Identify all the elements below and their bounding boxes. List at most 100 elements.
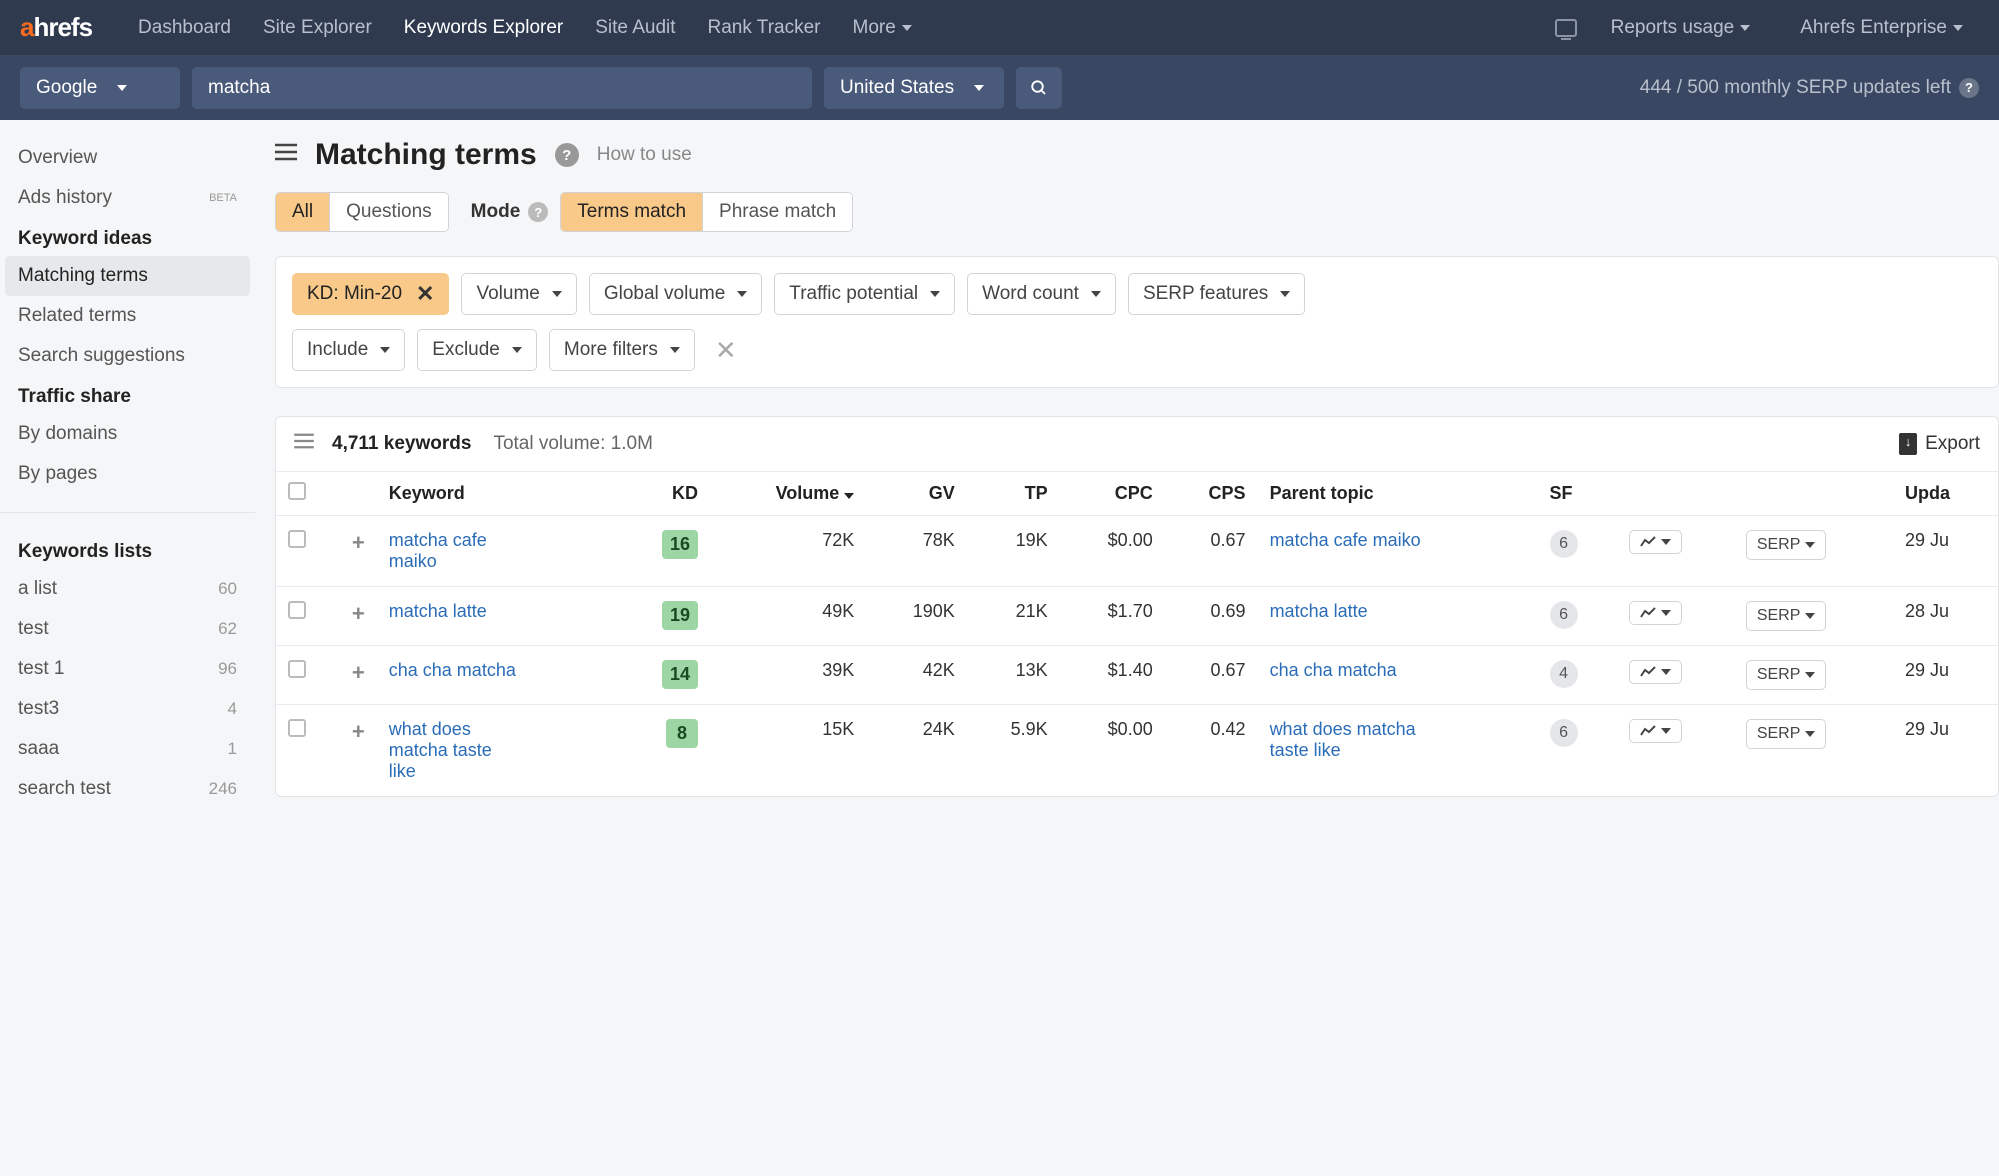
sidebar-list-item[interactable]: saaa1: [0, 729, 255, 769]
hamburger-icon[interactable]: [275, 143, 297, 167]
col-header[interactable]: TP: [967, 472, 1060, 516]
sidebar-list-item[interactable]: a list60: [0, 569, 255, 609]
cps-cell: 0.67: [1165, 516, 1258, 587]
nav-item-rank-tracker[interactable]: Rank Tracker: [692, 17, 837, 39]
col-header[interactable]: Parent topic: [1258, 472, 1538, 516]
sidebar-item-ads-history[interactable]: Ads history BETA: [0, 178, 255, 218]
nav-item-keywords-explorer[interactable]: Keywords Explorer: [388, 17, 579, 39]
sf-badge[interactable]: 6: [1550, 719, 1578, 747]
account-plan-dropdown[interactable]: Ahrefs Enterprise: [1784, 17, 1979, 39]
filter-serp-features[interactable]: SERP features: [1128, 273, 1305, 315]
filter-word-count[interactable]: Word count: [967, 273, 1116, 315]
reports-usage-dropdown[interactable]: Reports usage: [1595, 17, 1767, 39]
expand-row-icon[interactable]: +: [352, 601, 365, 626]
expand-row-icon[interactable]: +: [352, 660, 365, 685]
tab-phrase-match[interactable]: Phrase match: [703, 193, 852, 231]
nav-item-site-audit[interactable]: Site Audit: [579, 17, 691, 39]
col-header[interactable]: Keyword: [377, 472, 619, 516]
keyword-link[interactable]: matcha cafe maiko: [389, 530, 524, 572]
serp-updates-counter: 444 / 500 monthly SERP updates left?: [1640, 77, 1979, 99]
sf-badge[interactable]: 4: [1550, 660, 1578, 688]
clear-filters-icon[interactable]: ✕: [707, 329, 745, 371]
parent-topic-link[interactable]: matcha latte: [1270, 601, 1368, 622]
sidebar-item-by-domains[interactable]: By domains: [0, 414, 255, 454]
how-to-use-link[interactable]: How to use: [597, 144, 692, 166]
sf-badge[interactable]: 6: [1550, 601, 1578, 629]
row-checkbox[interactable]: [288, 530, 306, 548]
help-icon[interactable]: ?: [528, 202, 548, 222]
col-header[interactable]: Volume: [710, 472, 866, 516]
filter-volume[interactable]: Volume: [461, 273, 576, 315]
serp-button[interactable]: SERP: [1746, 719, 1827, 749]
filter-more-filters[interactable]: More filters: [549, 329, 695, 371]
sidebar-item-search-suggestions[interactable]: Search suggestions: [0, 336, 255, 376]
logo[interactable]: ahrefs: [20, 12, 92, 43]
serp-button[interactable]: SERP: [1746, 660, 1827, 690]
search-button[interactable]: [1016, 67, 1062, 109]
total-volume: Total volume: 1.0M: [493, 433, 652, 455]
trend-button[interactable]: [1629, 719, 1682, 743]
search-bar: Google United States 444 / 500 monthly S…: [0, 55, 1999, 120]
expand-row-icon[interactable]: +: [352, 719, 365, 744]
expand-row-icon[interactable]: +: [352, 530, 365, 555]
trend-button[interactable]: [1629, 601, 1682, 625]
row-checkbox[interactable]: [288, 601, 306, 619]
keywords-table: KeywordKDVolume GVTPCPCCPSParent topicSF…: [276, 471, 1998, 796]
col-header[interactable]: Upda: [1893, 472, 1998, 516]
sidebar-list-item[interactable]: test34: [0, 689, 255, 729]
filter-global-volume[interactable]: Global volume: [589, 273, 762, 315]
serp-button[interactable]: SERP: [1746, 601, 1827, 631]
cps-cell: 0.69: [1165, 587, 1258, 646]
keyword-link[interactable]: what does matcha taste like: [389, 719, 524, 782]
top-nav: ahrefs DashboardSite ExplorerKeywords Ex…: [0, 0, 1999, 55]
nav-item-dashboard[interactable]: Dashboard: [122, 17, 247, 39]
sidebar-list-item[interactable]: test 196: [0, 649, 255, 689]
col-header[interactable]: GV: [866, 472, 967, 516]
trend-button[interactable]: [1629, 660, 1682, 684]
row-checkbox[interactable]: [288, 660, 306, 678]
nav-item-site-explorer[interactable]: Site Explorer: [247, 17, 388, 39]
close-icon[interactable]: ✕: [416, 283, 434, 305]
parent-topic-link[interactable]: what does matcha taste like: [1270, 719, 1430, 761]
gv-cell: 78K: [866, 516, 967, 587]
parent-topic-link[interactable]: matcha cafe maiko: [1270, 530, 1421, 551]
keyword-link[interactable]: cha cha matcha: [389, 660, 516, 681]
tab-questions[interactable]: Questions: [330, 193, 448, 231]
sf-badge[interactable]: 6: [1550, 530, 1578, 558]
parent-topic-link[interactable]: cha cha matcha: [1270, 660, 1397, 681]
sidebar-item-matching-terms[interactable]: Matching terms: [5, 256, 250, 296]
col-header[interactable]: CPS: [1165, 472, 1258, 516]
monitor-icon[interactable]: [1555, 19, 1577, 37]
export-button[interactable]: Export: [1899, 433, 1980, 455]
tab-all[interactable]: All: [276, 193, 330, 231]
select-all-checkbox[interactable]: [288, 482, 306, 500]
filter-include[interactable]: Include: [292, 329, 405, 371]
sidebar-item-by-pages[interactable]: By pages: [0, 454, 255, 494]
sidebar-list-item[interactable]: test62: [0, 609, 255, 649]
sidebar-list-item[interactable]: search test246: [0, 769, 255, 809]
updated-cell: 29 Ju: [1893, 646, 1998, 705]
col-header: [1734, 472, 1893, 516]
mode-label: Mode?: [471, 201, 549, 223]
help-icon[interactable]: ?: [555, 143, 579, 167]
row-checkbox[interactable]: [288, 719, 306, 737]
serp-button[interactable]: SERP: [1746, 530, 1827, 560]
filter-exclude[interactable]: Exclude: [417, 329, 537, 371]
sidebar-item-overview[interactable]: Overview: [0, 138, 255, 178]
tab-terms-match[interactable]: Terms match: [561, 193, 703, 231]
sidebar-item-related-terms[interactable]: Related terms: [0, 296, 255, 336]
search-engine-select[interactable]: Google: [20, 67, 180, 109]
keyword-input[interactable]: [192, 67, 812, 109]
nav-item-more[interactable]: More: [837, 17, 928, 39]
help-icon[interactable]: ?: [1959, 78, 1979, 98]
keyword-link[interactable]: matcha latte: [389, 601, 487, 622]
trend-button[interactable]: [1629, 530, 1682, 554]
country-select[interactable]: United States: [824, 67, 1004, 109]
updated-cell: 29 Ju: [1893, 705, 1998, 797]
col-header[interactable]: CPC: [1060, 472, 1165, 516]
filter-traffic-potential[interactable]: Traffic potential: [774, 273, 955, 315]
results-menu-icon[interactable]: [294, 433, 314, 455]
col-header[interactable]: KD: [619, 472, 710, 516]
col-header[interactable]: SF: [1538, 472, 1617, 516]
filter-kd-min-20[interactable]: KD: Min-20✕: [292, 273, 449, 315]
